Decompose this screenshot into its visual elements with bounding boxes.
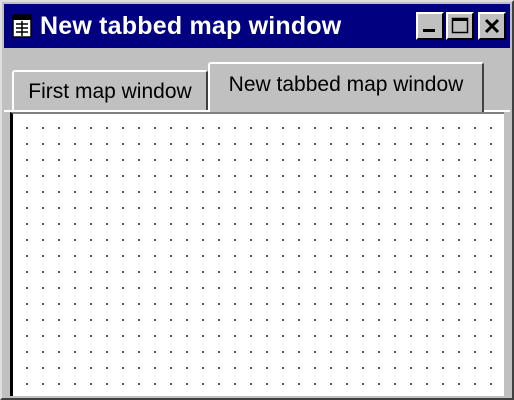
tab-new-tabbed-map-window[interactable]: New tabbed map window (208, 62, 484, 112)
map-canvas[interactable] (10, 112, 504, 396)
tab-first-map-window[interactable]: First map window (12, 70, 208, 112)
map-window: New tabbed map window First map window N… (0, 0, 514, 400)
minimize-icon (423, 29, 435, 32)
title-bar[interactable]: New tabbed map window (4, 4, 510, 48)
window-title: New tabbed map window (40, 11, 342, 40)
tab-label: New tabbed map window (228, 73, 464, 96)
window-controls (414, 12, 506, 40)
map-document-icon (12, 14, 32, 38)
close-button[interactable] (478, 12, 506, 40)
tab-label: First map window (28, 80, 192, 103)
maximize-button[interactable] (446, 12, 474, 40)
close-icon (484, 18, 500, 34)
tab-strip: First map window New tabbed map window (4, 48, 510, 112)
minimize-button[interactable] (416, 12, 444, 40)
maximize-icon (451, 17, 469, 34)
